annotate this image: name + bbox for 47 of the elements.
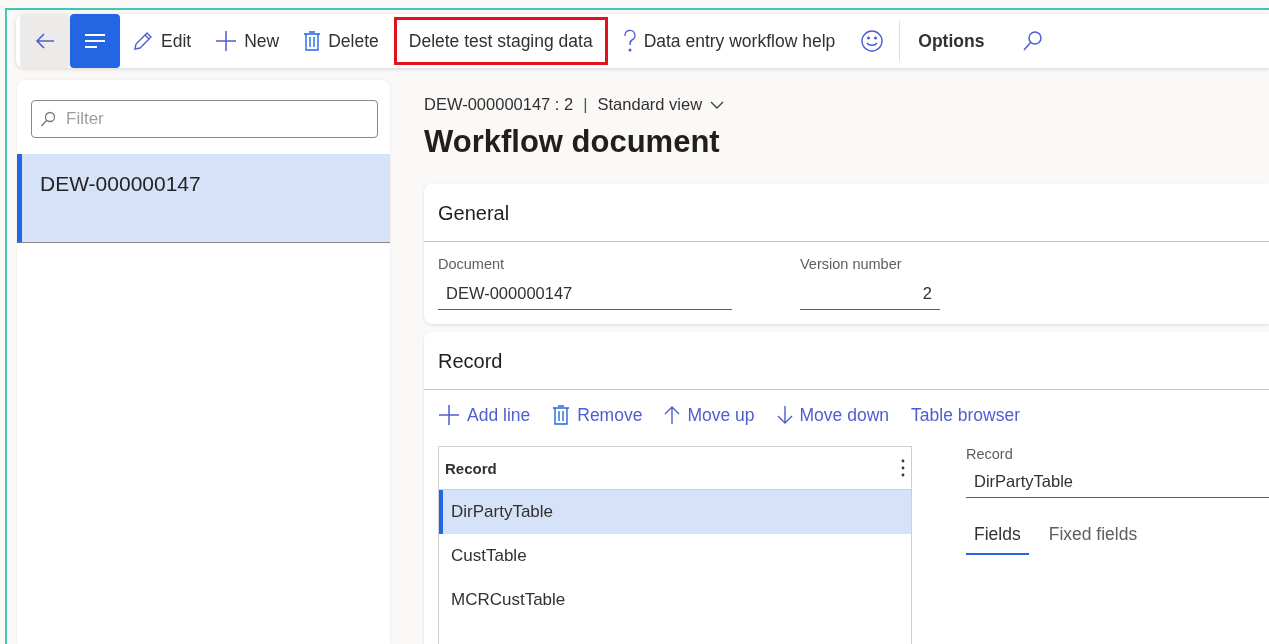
section-title: General (424, 184, 1269, 242)
field-label: Version number (800, 256, 903, 272)
menu-icon (84, 33, 106, 49)
smiley-icon (860, 29, 885, 53)
record-id: DEW-000000147 : 2 (424, 95, 574, 114)
pipe-separator: | (583, 95, 588, 114)
more-options-icon[interactable] (901, 459, 905, 477)
field-label: Record (966, 446, 1014, 462)
filter-field[interactable]: Filter (31, 100, 378, 138)
action-link[interactable]: Table browser (911, 404, 1020, 426)
page-title: Workflow document (424, 124, 721, 160)
toolbar-button[interactable]: Delete test staging data (390, 14, 611, 68)
column-header: Record (445, 459, 497, 477)
search-icon (40, 111, 56, 127)
input-field[interactable]: DirPartyTable (966, 468, 1269, 498)
back-button[interactable] (20, 14, 70, 68)
search-icon (1022, 30, 1045, 52)
trash-icon (552, 404, 571, 426)
input-field[interactable]: DEW-000000147 (438, 280, 732, 310)
chevron-down-icon (710, 99, 725, 110)
action-link[interactable]: Add line (438, 404, 531, 426)
section-title: Record (424, 332, 1269, 390)
pencil-icon (132, 30, 154, 52)
plus-icon (438, 404, 460, 426)
view-selector[interactable]: Standard view (597, 95, 725, 114)
arrow-up-icon (664, 405, 681, 425)
options-button[interactable]: Options (902, 14, 1009, 68)
question-icon (622, 29, 637, 53)
list-item[interactable]: DEW-000000147 (17, 154, 390, 243)
arrow-down-icon (776, 405, 793, 425)
grid-row[interactable]: DirPartyTable (439, 490, 911, 534)
toolbar-button[interactable]: Data entry workflow help (610, 14, 848, 68)
tab[interactable]: Fields (966, 518, 1029, 555)
toolbar-button[interactable]: Edit (120, 14, 204, 68)
plus-icon (215, 30, 238, 52)
field-label: Document (438, 256, 506, 272)
action-link[interactable]: Move up (664, 404, 755, 426)
menu-button[interactable] (70, 14, 120, 68)
toolbar-button[interactable]: New (203, 14, 292, 68)
trash-icon (303, 30, 322, 52)
tab[interactable]: Fixed fields (1040, 518, 1146, 555)
toolbar-button[interactable]: Delete (291, 14, 391, 68)
grid-row[interactable]: MCRCustTable (439, 578, 911, 622)
input-field[interactable]: 2 (800, 280, 940, 310)
grid-row[interactable]: CustTable (439, 534, 911, 578)
action-link[interactable]: Remove (552, 404, 643, 426)
action-link[interactable]: Move down (776, 404, 890, 426)
